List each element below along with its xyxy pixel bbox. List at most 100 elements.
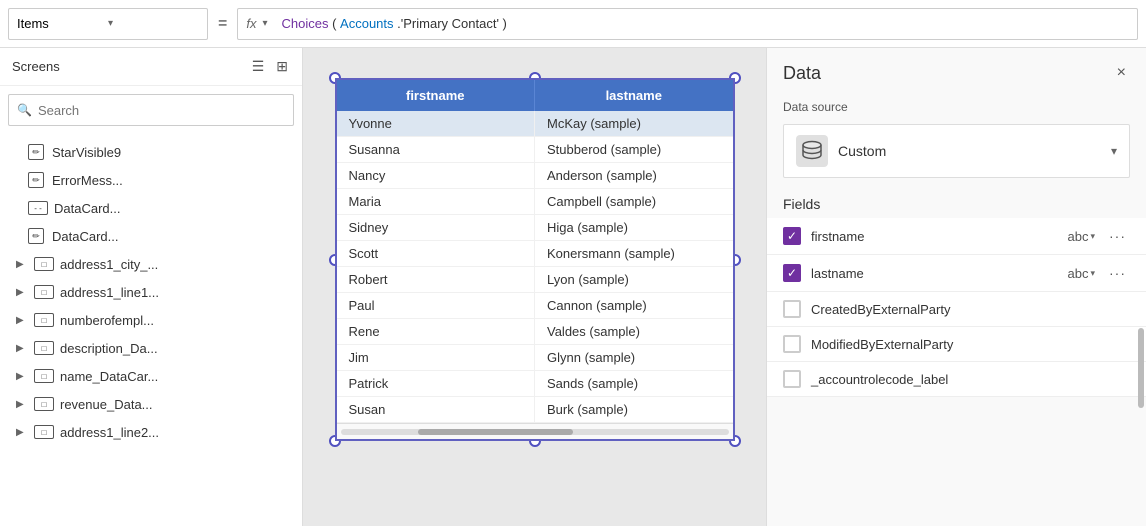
sidebar-item-address1-line1[interactable]: ▶ □ address1_line1...	[0, 278, 302, 306]
search-input[interactable]	[38, 103, 285, 118]
canvas: firstname lastname Yvonne McKay (sample)…	[303, 48, 766, 526]
sidebar-item-numberofempl[interactable]: ▶ □ numberofempl...	[0, 306, 302, 334]
sidebar-item-datacard1[interactable]: - - DataCard...	[0, 194, 302, 222]
field-name-lastname: lastname	[811, 266, 1058, 281]
main-area: Screens ☰ ⊞ 🔍 ✏ StarVisible9 ✏ ErrorMess…	[0, 48, 1146, 526]
table-row[interactable]: Paul Cannon (sample)	[337, 293, 733, 319]
table-row[interactable]: Maria Campbell (sample)	[337, 189, 733, 215]
cell-firstname: Rene	[337, 319, 536, 344]
sidebar-item-datacard2[interactable]: ✏ DataCard...	[0, 222, 302, 250]
expand-arrow-icon: ▶	[16, 427, 28, 438]
items-label: Items	[17, 16, 108, 31]
fields-label: Fields	[767, 190, 1146, 218]
sidebar-item-label: ErrorMess...	[52, 173, 123, 188]
rect-icon: □	[34, 369, 54, 383]
cell-firstname: Scott	[337, 241, 536, 266]
table-row[interactable]: Nancy Anderson (sample)	[337, 163, 733, 189]
sidebar-item-label: numberofempl...	[60, 313, 154, 328]
sidebar-item-name-datacar[interactable]: ▶ □ name_DataCar...	[0, 362, 302, 390]
sidebar-item-label: address1_city_...	[60, 257, 158, 272]
expand-arrow-icon: ▶	[16, 315, 28, 326]
scrollbar-thumb[interactable]	[418, 429, 573, 435]
sidebar-item-label: DataCard...	[52, 229, 118, 244]
sidebar-item-revenue-data[interactable]: ▶ □ revenue_Data...	[0, 390, 302, 418]
cell-firstname: Susan	[337, 397, 536, 422]
gallery-widget-container: firstname lastname Yvonne McKay (sample)…	[335, 78, 735, 441]
formula-display: Choices ( Accounts .'Primary Contact' )	[282, 16, 507, 31]
table-row[interactable]: Jim Glynn (sample)	[337, 345, 733, 371]
formula-bar[interactable]: fx ▾ Choices ( Accounts .'Primary Contac…	[237, 8, 1138, 40]
table-row[interactable]: Rene Valdes (sample)	[337, 319, 733, 345]
cell-lastname: Sands (sample)	[535, 371, 733, 396]
expand-arrow-icon: ▶	[16, 287, 28, 298]
sidebar-item-label: revenue_Data...	[60, 397, 153, 412]
field-item-modifiedbyexternal[interactable]: ModifiedByExternalParty	[767, 327, 1146, 362]
expand-arrow-icon: ▶	[16, 343, 28, 354]
sidebar-item-errormess[interactable]: ✏ ErrorMess...	[0, 166, 302, 194]
cell-firstname: Paul	[337, 293, 536, 318]
field-type-firstname[interactable]: abc ▾	[1068, 229, 1096, 244]
right-panel: Data × Data source Custom ▾ Fields first…	[766, 48, 1146, 526]
cell-lastname: Campbell (sample)	[535, 189, 733, 214]
field-more-button-firstname[interactable]: ···	[1105, 226, 1130, 246]
cell-lastname: Anderson (sample)	[535, 163, 733, 188]
close-button[interactable]: ×	[1113, 60, 1130, 86]
rect-icon: □	[34, 341, 54, 355]
sidebar-item-label: address1_line2...	[60, 425, 159, 440]
field-item-createdbyexternal[interactable]: CreatedByExternalParty	[767, 292, 1146, 327]
table-row[interactable]: Susanna Stubberod (sample)	[337, 137, 733, 163]
field-name-createdbyexternal: CreatedByExternalParty	[811, 302, 1130, 317]
field-item-firstname[interactable]: firstname abc ▾ ···	[767, 218, 1146, 255]
rect-dash-icon: - -	[28, 201, 48, 215]
sidebar-item-label: StarVisible9	[52, 145, 121, 160]
table-row[interactable]: Sidney Higa (sample)	[337, 215, 733, 241]
grid-view-icon[interactable]: ⊞	[274, 56, 290, 77]
items-dropdown[interactable]: Items ▾	[8, 8, 208, 40]
scrollbar-track[interactable]	[341, 429, 729, 435]
list-view-icon[interactable]: ☰	[250, 56, 267, 77]
expand-arrow-icon: ▶	[16, 259, 28, 270]
sidebar-item-label: name_DataCar...	[60, 369, 158, 384]
table-row[interactable]: Scott Konersmann (sample)	[337, 241, 733, 267]
table-row[interactable]: Susan Burk (sample)	[337, 397, 733, 423]
field-type-lastname[interactable]: abc ▾	[1068, 266, 1096, 281]
field-checkbox-createdbyexternal[interactable]	[783, 300, 801, 318]
field-checkbox-lastname[interactable]	[783, 264, 801, 282]
edit-square-icon: ✏	[28, 144, 44, 160]
formula-paren-close: )	[503, 16, 507, 31]
panel-scrollbar[interactable]	[1138, 328, 1144, 408]
field-item-accountrolecode[interactable]: _accountrolecode_label	[767, 362, 1146, 397]
edit-square-icon: ✏	[28, 172, 44, 188]
sidebar-icons: ☰ ⊞	[250, 56, 290, 77]
equals-sign: =	[214, 15, 231, 33]
sidebar-item-description-da[interactable]: ▶ □ description_Da...	[0, 334, 302, 362]
field-checkbox-firstname[interactable]	[783, 227, 801, 245]
expand-arrow-icon: ▶	[16, 399, 28, 410]
sidebar-item-address1-line2[interactable]: ▶ □ address1_line2...	[0, 418, 302, 446]
cell-lastname: McKay (sample)	[535, 111, 733, 136]
field-more-button-lastname[interactable]: ···	[1105, 263, 1130, 283]
gallery-rows: Yvonne McKay (sample) Susanna Stubberod …	[337, 111, 733, 423]
formula-paren-open: (	[332, 16, 340, 31]
fx-icon: fx	[246, 16, 256, 31]
table-row[interactable]: Patrick Sands (sample)	[337, 371, 733, 397]
cell-firstname: Robert	[337, 267, 536, 292]
formula-accounts: Accounts	[340, 16, 393, 31]
cell-lastname: Konersmann (sample)	[535, 241, 733, 266]
search-box[interactable]: 🔍	[8, 94, 294, 126]
field-checkbox-modifiedbyexternal[interactable]	[783, 335, 801, 353]
cell-lastname: Lyon (sample)	[535, 267, 733, 292]
cell-lastname: Glynn (sample)	[535, 345, 733, 370]
field-item-lastname[interactable]: lastname abc ▾ ···	[767, 255, 1146, 292]
table-row[interactable]: Yvonne McKay (sample)	[337, 111, 733, 137]
gallery-scrollbar	[337, 423, 733, 439]
datasource-chevron-icon: ▾	[1111, 144, 1117, 158]
sidebar-header: Screens ☰ ⊞	[0, 48, 302, 86]
field-checkbox-accountrolecode[interactable]	[783, 370, 801, 388]
sidebar-item-starvisible9[interactable]: ✏ StarVisible9	[0, 138, 302, 166]
top-bar: Items ▾ = fx ▾ Choices ( Accounts .'Prim…	[0, 0, 1146, 48]
panel-title: Data	[783, 63, 821, 84]
datasource-selector[interactable]: Custom ▾	[783, 124, 1130, 178]
table-row[interactable]: Robert Lyon (sample)	[337, 267, 733, 293]
sidebar-item-address1-city[interactable]: ▶ □ address1_city_...	[0, 250, 302, 278]
